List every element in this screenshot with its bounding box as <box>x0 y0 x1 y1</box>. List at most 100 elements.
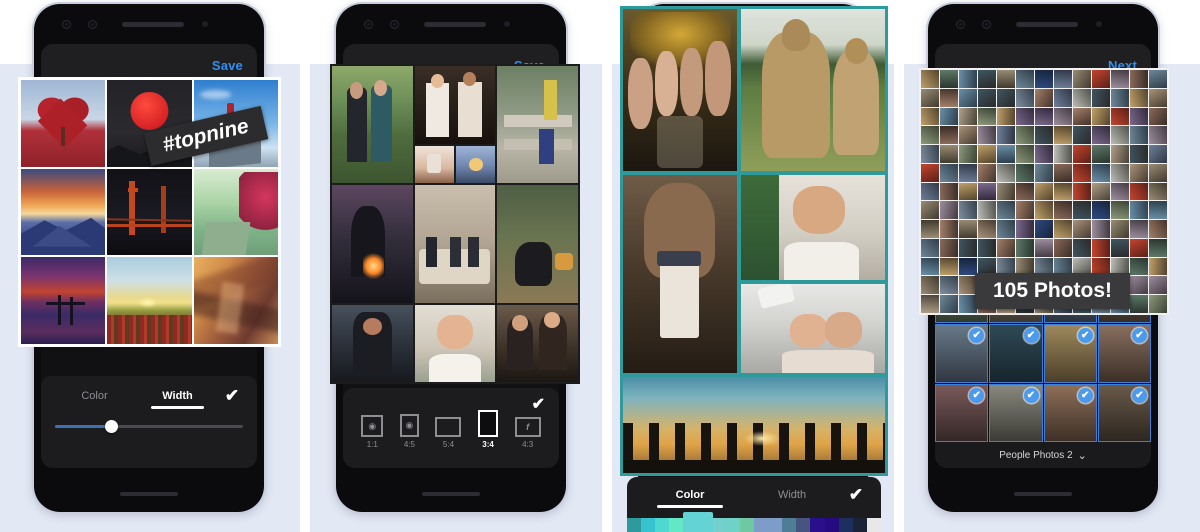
swatch-16[interactable] <box>852 518 867 532</box>
collage-preview-topnine[interactable]: #topnine <box>18 77 281 347</box>
gallery-item[interactable]: ✔ <box>989 324 1043 383</box>
tile-dog-on-deck-autumn[interactable] <box>497 185 578 303</box>
tile-two-women-drinks-night[interactable] <box>497 304 578 382</box>
gallery-item[interactable]: ✔ <box>1097 383 1151 442</box>
tile-friends-living-room-party[interactable] <box>414 185 496 303</box>
front-camera-icon <box>364 20 373 29</box>
tile-foggy-green-forest-path[interactable] <box>193 168 278 256</box>
ratio-label: 1:1 <box>366 440 378 449</box>
mosaic-tile <box>921 276 939 295</box>
swatch-13[interactable] <box>810 518 825 532</box>
tab-color[interactable]: Color <box>639 489 741 508</box>
mosaic-tile <box>1130 163 1148 182</box>
mosaic-tile <box>1092 163 1110 182</box>
mosaic-tile <box>921 126 939 145</box>
tab-width[interactable]: Width <box>136 390 219 409</box>
ratio-option-4-5[interactable]: ◉ 4:5 <box>399 414 419 449</box>
swatch-12[interactable] <box>796 518 811 532</box>
tile-friends-on-stairs-city[interactable] <box>497 66 578 184</box>
color-swatch-strip[interactable] <box>627 512 881 532</box>
swatch-1[interactable] <box>641 518 656 532</box>
gallery-item[interactable]: ✔ <box>989 383 1043 442</box>
ratio-option-1-1[interactable]: ◉ 1:1 <box>361 415 384 449</box>
tile-friends-celebrating-gold[interactable] <box>623 9 738 172</box>
proximity-sensor-icon <box>202 21 208 27</box>
gallery-item[interactable]: ✔ <box>935 383 989 442</box>
color-swatches[interactable] <box>627 518 881 532</box>
tile-couple-cafe-bowtie[interactable] <box>414 66 496 144</box>
swatch-9[interactable] <box>753 518 769 532</box>
swatch-17[interactable] <box>866 518 881 532</box>
front-camera-icon <box>956 20 965 29</box>
ratio-option-4-3[interactable]: f 4:3 <box>514 417 541 449</box>
selected-check-icon[interactable]: ✔ <box>969 328 985 343</box>
mosaic-tile <box>1111 70 1129 88</box>
gallery-item[interactable]: ✔ <box>1097 324 1151 383</box>
width-slider[interactable] <box>55 420 243 433</box>
selected-check-icon[interactable]: ✔ <box>1023 328 1039 343</box>
swatch-8[interactable] <box>739 518 754 532</box>
gallery-item[interactable]: ✔ <box>1043 383 1097 442</box>
save-button[interactable]: Save <box>212 58 243 73</box>
tile-two-women-park-sunglasses[interactable] <box>332 66 413 184</box>
mosaic-tile <box>1054 107 1072 126</box>
mosaic-tile <box>1111 220 1129 238</box>
tile-golden-gate-bridge-night[interactable] <box>107 168 192 256</box>
mosaic-tile <box>1073 107 1091 126</box>
tab-width[interactable]: Width <box>741 489 843 508</box>
ratio-option-5-4[interactable]: 5:4 <box>435 417 462 449</box>
swatch-0[interactable] <box>627 518 642 532</box>
tile-antelope-canyon-sandstone[interactable] <box>193 257 278 344</box>
panel-divider-1 <box>300 64 310 532</box>
tile-sparkler-night-hoodie[interactable] <box>332 185 413 303</box>
collage-preview-105-photos[interactable]: 105 Photos! <box>919 68 1169 315</box>
swatch-7[interactable] <box>725 518 740 532</box>
tile-two-alpacas-field[interactable] <box>741 9 885 172</box>
tile-silhouettes-hands-up-sunset[interactable] <box>623 377 885 473</box>
tile-woman-camera-street[interactable] <box>332 304 413 382</box>
confirm-check-icon[interactable]: ✔ <box>843 485 869 512</box>
gallery-item[interactable]: ✔ <box>935 324 989 383</box>
mosaic-tile <box>959 126 977 145</box>
swatch-10[interactable] <box>768 518 783 532</box>
confirm-check-icon[interactable]: ✔ <box>532 394 545 414</box>
tile-two-women-selfie-phone[interactable] <box>741 283 885 374</box>
tile-coffee-cup-pastel[interactable] <box>414 145 454 184</box>
swatch-2[interactable] <box>655 518 670 532</box>
tile-hands-holding-mug[interactable] <box>455 145 496 184</box>
swatch-3[interactable] <box>669 518 684 532</box>
slider-knob[interactable] <box>105 420 119 433</box>
tile-smiling-woman-plants[interactable] <box>741 175 885 280</box>
album-selector[interactable]: People Photos 2 ⌄ <box>935 442 1151 468</box>
confirm-check-icon[interactable]: ✔ <box>219 386 245 413</box>
swatch-15[interactable] <box>838 518 853 532</box>
selected-check-icon[interactable]: ✔ <box>969 387 985 403</box>
tile-mount-fuji-orange-sunset[interactable] <box>21 168 106 256</box>
selected-check-icon[interactable]: ✔ <box>1132 387 1147 403</box>
swatch-6[interactable] <box>711 518 726 532</box>
swatch-14[interactable] <box>824 518 839 532</box>
selected-check-icon[interactable]: ✔ <box>1132 328 1147 343</box>
collage-preview-teal-border[interactable] <box>620 6 888 476</box>
mosaic-tile <box>1016 201 1034 220</box>
selected-check-icon[interactable]: ✔ <box>1023 387 1039 403</box>
mosaic-tile <box>1149 257 1167 276</box>
mosaic-tile <box>1149 220 1167 238</box>
mosaic-tile <box>940 182 958 201</box>
photo-count-sticker: 105 Photos! <box>975 273 1131 309</box>
mosaic-tile <box>1130 145 1148 163</box>
mosaic-tile <box>997 145 1015 163</box>
ratio-option-3-4[interactable]: 3:4 <box>478 410 499 449</box>
gallery-item[interactable]: ✔ <box>1043 324 1097 383</box>
selected-check-icon[interactable]: ✔ <box>1077 387 1093 403</box>
collage-preview-mosaic[interactable] <box>330 64 580 384</box>
mosaic-tile <box>1035 70 1053 88</box>
tile-smiling-woman-white-shirt[interactable] <box>414 304 496 382</box>
tile-woman-glasses-coffee-cup[interactable] <box>623 175 738 374</box>
swatch-11[interactable] <box>782 518 797 532</box>
selected-check-icon[interactable]: ✔ <box>1077 328 1093 343</box>
tile-purple-lake-pier-sunset[interactable] <box>21 257 106 344</box>
tile-red-poppy-field-sunrise[interactable] <box>107 257 192 344</box>
tab-color[interactable]: Color <box>53 390 136 409</box>
tile-red-heart-tree[interactable] <box>21 80 106 167</box>
